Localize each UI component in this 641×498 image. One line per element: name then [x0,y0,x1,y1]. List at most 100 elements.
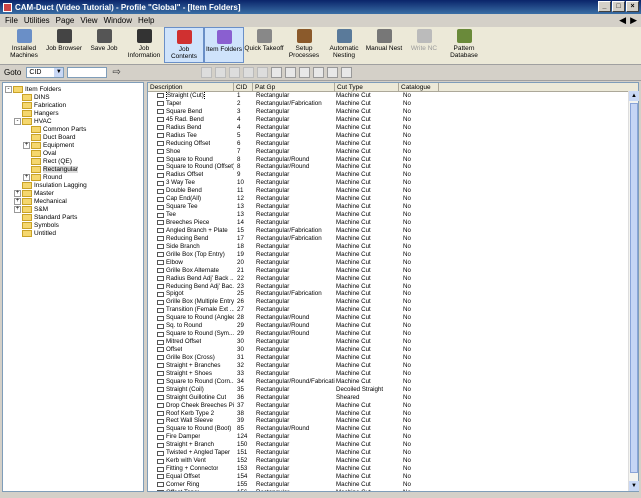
table-row[interactable]: Offset Taper 156RectangularMachine CutNo [148,489,638,491]
table-row[interactable]: Square to Round (Angled) 28 Rectangular/Ro… [148,314,638,322]
ribbon-button-installed-machines[interactable]: Installed Machines [4,27,44,63]
minimize-button[interactable]: _ [598,1,611,12]
table-row[interactable]: Straight (Coil) 35 Rectangular Decoiled Str… [148,386,638,394]
column-cid[interactable]: CID [234,83,253,91]
ribbon-button-job-information[interactable]: Job Information [124,27,164,63]
ribbon-button-item-folders[interactable]: Item Folders [204,27,244,63]
copy-icon[interactable] [228,67,240,78]
table-row[interactable]: Grille Box (Multiple Entry) 26 Rectangular… [148,298,638,306]
expand-icon[interactable]: + [14,189,21,197]
tree-node[interactable]: - Item Folders [3,85,143,93]
menu-utilities[interactable]: Utilities [21,16,53,25]
ribbon-button-manual-nest[interactable]: Manual Nest [364,27,404,63]
table-row[interactable]: Double Bend 11 Rectangular Machine Cut No [148,187,638,195]
search-icon[interactable] [340,67,352,78]
tree-node[interactable]: Oval [3,149,143,157]
maximize-button[interactable]: □ [612,1,625,12]
tree-node[interactable]: + Equipment [3,141,143,149]
tree-node[interactable]: Hangers [3,109,143,117]
grid-vertical-scrollbar[interactable]: ▲ ▼ [628,91,639,491]
table-row[interactable]: Grille Box Alternate 21 Rectangular Machine… [148,267,638,275]
ribbon-button-job-browser[interactable]: Job Browser [44,27,84,63]
go-arrow-icon[interactable]: ⇨ [112,67,120,78]
collapse-icon[interactable]: - [5,85,12,93]
tree-node[interactable]: + Mechanical [3,197,143,205]
tree-node[interactable]: DINS [3,93,143,101]
small-icons-view-icon[interactable] [298,67,310,78]
menu-view[interactable]: View [77,16,100,25]
expand-icon[interactable]: + [23,141,30,149]
tree-node[interactable]: Untitled [3,229,143,237]
tree-node[interactable]: Common Parts [3,125,143,133]
table-row[interactable]: Square to Round (Sym... 29 Rectangular/Rou… [148,330,638,338]
tree-node[interactable]: + Master [3,189,143,197]
tree-node[interactable]: Insulation Lagging [3,181,143,189]
menu-window[interactable]: Window [101,16,135,25]
table-row[interactable]: Corner Ring 155 Rectangular Machine Cut No [148,481,638,489]
tree-node[interactable]: + S&M [3,205,143,213]
table-row[interactable]: Straight + Branches 32 Rectangular Machine … [148,362,638,370]
table-row[interactable]: Square Tee 13 Rectangular Machine Cut No [148,203,638,211]
table-row[interactable]: Rect Wall Sleeve 39 Rectangular Machine Cut… [148,417,638,425]
column-description[interactable]: Description [148,83,234,91]
folder-tree[interactable]: - Item Folders DINS Fabrication Hangers - HVAC… [2,82,144,492]
details-view-icon[interactable] [326,67,338,78]
menu-file[interactable]: File [2,16,21,25]
ribbon-button-automatic-nesting[interactable]: Automatic Nesting [324,27,364,63]
tree-node[interactable]: Standard Parts [3,213,143,221]
table-row[interactable]: Breeches Piece 14 Rectangular Machine Cut No [148,219,638,227]
table-row[interactable]: Grille Box (Top Entry) 19 Rectangular Machi… [148,251,638,259]
table-row[interactable]: Reducing Bend 17 Rectangular/Fabrication Ma… [148,235,638,243]
table-row[interactable]: Square to Round (Offset) 8 Rectangular/Rou… [148,163,638,171]
tree-node[interactable]: - HVAC [3,117,143,125]
table-row[interactable]: Radius Bend 4 Rectangular Machine Cut No [148,124,638,132]
new-item-icon[interactable] [200,67,212,78]
ribbon-button-pattern-database[interactable]: Pattern Database [444,27,484,63]
column-cut-type[interactable]: Cut Type [335,83,399,91]
expand-icon[interactable]: + [23,173,30,181]
back-arrow-icon[interactable]: ◀ [619,15,626,26]
tree-node[interactable]: Rect (QE) [3,157,143,165]
table-row[interactable]: Sq. to Round 29 Rectangular/Round Machine C… [148,322,638,330]
table-row[interactable]: Square to Round 8 Rectangular/Round Machine… [148,156,638,164]
table-row[interactable]: Radius Bend Adj' Back ... 22 Rectangular Ma… [148,275,638,283]
collapse-icon[interactable]: - [14,117,21,125]
items-grid[interactable]: Description CID Pat Gp Cut Type Catalogu… [147,82,639,492]
table-row[interactable]: Side Branch 18 Rectangular Machine Cut No [148,243,638,251]
tree-node[interactable]: Rectangular [3,165,143,173]
table-row[interactable]: Cap End(All) 12 Rectangular Machine Cut No [148,195,638,203]
ribbon-button-quick-takeoff[interactable]: Quick Takeoff [244,27,284,63]
table-row[interactable]: Tee 13 Rectangular Machine Cut No [148,211,638,219]
table-row[interactable]: Elbow 20 Rectangular Machine Cut No [148,259,638,267]
table-row[interactable]: Radius Offset 9 Rectangular Machine Cut No [148,171,638,179]
goto-field-select[interactable]: CID ▼ [26,67,65,78]
close-button[interactable]: × [626,1,639,12]
table-row[interactable]: Transition (Female Ext ... 27 Rectangular M… [148,306,638,314]
table-row[interactable]: Angled Branch + Plate 15 Rectangular/Fabri… [148,227,638,235]
table-row[interactable]: Fire Damper 124 Rectangular Machine Cut No [148,433,638,441]
scroll-thumb[interactable] [630,103,638,473]
table-row[interactable]: Drop Cheek Breeches Pi... 37 Rectangular Ma… [148,402,638,410]
goto-value-input[interactable] [67,67,108,78]
scroll-up-icon[interactable]: ▲ [629,91,639,101]
tree-node[interactable]: Symbols [3,221,143,229]
tree-node[interactable]: Duct Board [3,133,143,141]
table-row[interactable]: Twisted + Angled Taper 151 Rectangular Mach… [148,449,638,457]
forward-arrow-icon[interactable]: ▶ [630,15,637,26]
column-pat-gp[interactable]: Pat Gp [253,83,335,91]
tree-node[interactable]: Fabrication [3,101,143,109]
table-row[interactable]: 3 Way Tee 10 Rectangular Machine Cut No [148,179,638,187]
table-row[interactable]: Reducing Offset 6 Rectangular Machine Cut No [148,140,638,148]
table-row[interactable]: Straight + Shoes 33 Rectangular Machine Cut… [148,370,638,378]
table-row[interactable]: Square to Round (Corn... 34 Rectangular/Ro… [148,378,638,386]
menu-help[interactable]: Help [135,16,157,25]
table-row[interactable]: Equal Offset 154 Rectangular Machine Cut No [148,473,638,481]
paste-icon[interactable] [242,67,254,78]
table-row[interactable]: Straight Guillotine Cut 36 Rectangular Shea… [148,394,638,402]
scroll-down-icon[interactable]: ▼ [629,481,639,491]
table-row[interactable]: Straight + Branch 150 Rectangular Machine C… [148,441,638,449]
table-row[interactable]: Grille Box (Cross) 31 Rectangular Machine C… [148,354,638,362]
ribbon-button-job-contents[interactable]: Job Contents [164,27,204,63]
table-row[interactable]: Taper 2 Rectangular/Fabrication Machine Cut… [148,100,638,108]
column-catalogue[interactable]: Catalogue [399,83,439,91]
